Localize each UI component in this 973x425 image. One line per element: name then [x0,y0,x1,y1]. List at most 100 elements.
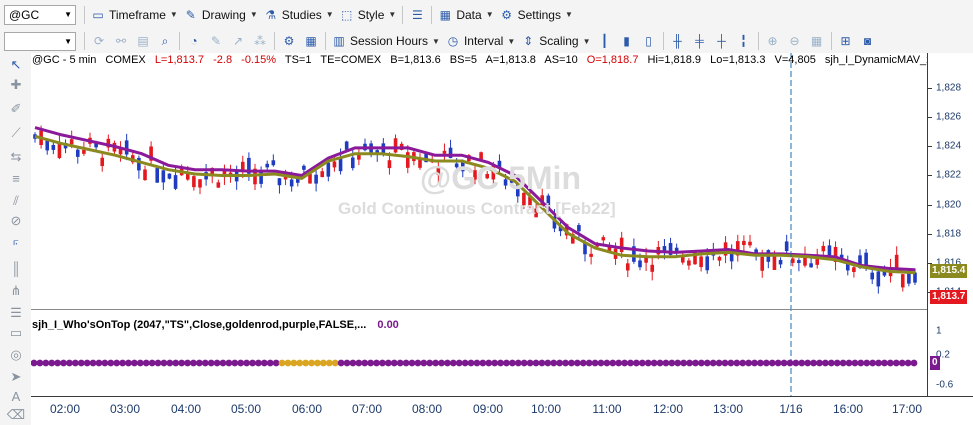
camera-icon[interactable]: ◙ [859,32,877,50]
who-on-top-dot [875,359,882,367]
candle-body [57,142,62,159]
who-on-top-dot [562,359,569,367]
bar-style-icon[interactable]: ┃ [596,32,614,50]
rect-icon[interactable]: ▭ [6,325,26,341]
pencil-icon[interactable]: ✎ [207,32,225,50]
line-bar-icon[interactable]: ┼ [713,32,731,50]
subgraph-value: 0.00 [377,319,399,331]
timeframe-button[interactable]: ▭ Timeframe ▼ [88,4,181,26]
levels-icon[interactable]: ☰ [6,305,26,321]
link-icon[interactable]: ⚯ [112,32,130,50]
chart-canvas [31,53,918,396]
candlestick-filled-icon[interactable]: ▯ [640,32,658,50]
table-icon[interactable]: ▦ [302,32,320,50]
drawing-button[interactable]: ✎ Drawing ▼ [181,4,261,26]
who-on-top-dot [662,359,670,367]
gauge-icon[interactable]: ◔ [185,32,203,50]
circle-icon[interactable]: ◎ [6,347,26,363]
eraser-icon[interactable]: ⌫ [6,407,26,423]
session-hours-button[interactable]: ▥ Session Hours ▼ [329,30,443,52]
nodes-icon[interactable]: ⁂ [251,32,269,50]
zoom-box-icon[interactable]: ▦ [808,32,826,50]
zoom-in-icon[interactable]: ⊕ [764,32,782,50]
candle-body [619,237,624,253]
refresh-icon[interactable]: ⟳ [90,32,108,50]
who-on-top-dot [650,359,658,367]
price-tick-mark [928,233,932,235]
settings-button[interactable]: ⚙ Settings ▼ [497,4,576,26]
price-axis[interactable]: 1,8281,8261,8241,8221,8201,8181,8161,814… [927,53,973,396]
who-on-top-dot [444,359,451,367]
candle-body [821,245,826,252]
grid-icon[interactable]: ▤ [134,32,152,50]
time-tick-label: 04:00 [170,402,202,416]
price-chart[interactable]: @GC 5Min Gold Continuous Contract [Feb22… [31,53,927,396]
gann-icon[interactable]: ⊘ [6,213,26,229]
who-on-top-dot [845,359,853,367]
symbol-combobox[interactable]: @GC ▼ [4,4,76,25]
ohlc-icon[interactable]: ╫ [669,32,687,50]
who-on-top-dot [621,359,629,367]
add-chart-icon[interactable]: ⊞ [837,32,855,50]
who-on-top-dot [591,359,599,367]
scaling-button[interactable]: ⇕ Scaling ▼ [518,30,593,52]
candle-body [161,170,166,183]
dot-bar-icon[interactable]: ╏ [735,32,753,50]
who-on-top-dot [503,359,510,367]
who-on-top-dot [160,359,168,367]
who-on-top-dot [379,359,386,367]
chevron-down-icon[interactable]: ▼ [64,10,72,19]
who-on-top-dot [709,359,717,367]
crosshair-icon[interactable]: ✚ [6,77,26,93]
data-label: Data [456,7,482,22]
who-on-top-dot [119,359,126,367]
chevron-down-icon[interactable]: ▼ [64,37,72,46]
settings-small-icon[interactable]: ⚙ [280,32,298,50]
toolbar-separator [274,32,275,50]
candlestick-icon[interactable]: ▮ [618,32,636,50]
trendline-icon[interactable]: ⟋ [6,125,26,141]
horizontal-arrows-icon[interactable]: ⇆ [6,149,26,165]
clock-icon: ◷ [447,34,459,48]
style-button[interactable]: ⬚ Style ▼ [337,4,400,26]
candle-body [748,241,752,246]
fib-icon[interactable]: ≡ [6,171,26,187]
ruler-icon[interactable]: ⟔ [6,233,26,249]
window-layout-icon[interactable]: ☰ [408,6,426,24]
studies-button[interactable]: ⚗ Studies ▼ [261,4,337,26]
text-tool-icon[interactable]: A [6,389,26,405]
header-exchange: COMEX [105,54,146,66]
who-on-top-dot [910,359,918,367]
trend-icon[interactable]: ↗ [229,32,247,50]
zoom-out-icon[interactable]: ⊖ [786,32,804,50]
who-on-top-dot [54,359,62,367]
who-on-top-dot [414,359,422,367]
candle-body [100,157,105,167]
chevron-down-icon: ▼ [249,10,258,19]
candle-body [332,161,337,168]
header-change: -2.8 [213,54,233,66]
who-on-top-dot [432,359,440,367]
pointer-icon[interactable]: ↖ [6,57,26,73]
interval-button[interactable]: ◷ Interval ▼ [443,30,518,52]
hlc-icon[interactable]: ╪ [691,32,709,50]
who-on-top-dot [497,359,504,367]
pitchfork-icon[interactable]: ⋔ [6,283,26,299]
time-axis[interactable]: 02:00 03:00 04:00 05:00 06:00 07:00 08:00 09:00… [31,396,973,425]
time-tick-label: 1/16 [779,402,803,416]
arrow-icon[interactable]: ➤ [6,369,26,385]
who-on-top-dot [249,359,256,367]
who-on-top-dot [757,359,764,367]
who-on-top-dot [166,359,174,367]
who-on-top-dot [762,359,770,367]
calendar-icon: ▥ [333,34,345,48]
interval-combobox[interactable]: ▼ [4,31,76,51]
data-button[interactable]: ▦ Data ▼ [435,4,496,26]
magnifier-icon[interactable]: ⌕ [156,32,174,50]
vertical-lines-icon[interactable]: ║ [6,261,26,277]
channel-icon[interactable]: ⫽ [6,193,26,209]
who-on-top-dot [101,359,109,367]
toolbar-separator [830,32,832,50]
who-on-top-dot [95,359,103,367]
brush-icon[interactable]: ✐ [6,101,26,117]
